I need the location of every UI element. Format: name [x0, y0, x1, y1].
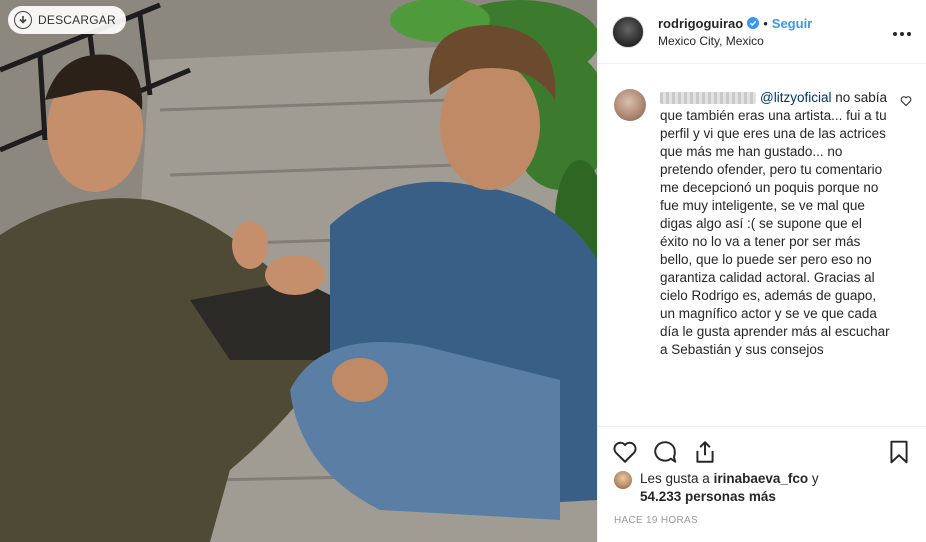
- post-timestamp[interactable]: HACE 19 HORAS: [614, 515, 698, 526]
- post-header: rodrigoguirao • Seguir Mexico City, Mexi…: [598, 0, 926, 64]
- comment-body: @litzyoficial no sabía que también eras …: [660, 89, 892, 359]
- comment-text: no sabía que también eras una artista...…: [660, 90, 890, 357]
- download-icon: [14, 11, 32, 29]
- likes-summary: Les gusta a irinabaeva_fco y 54.233 pers…: [614, 470, 840, 506]
- download-label: DESCARGAR: [38, 13, 116, 27]
- commenter-username-redacted[interactable]: [660, 92, 756, 105]
- likes-prefix: Les gusta a: [640, 471, 714, 486]
- comments-list[interactable]: @litzyoficial no sabía que también eras …: [598, 65, 926, 425]
- verified-badge-icon: [747, 17, 760, 29]
- post-photo[interactable]: DESCARGAR: [0, 0, 597, 542]
- comment-item: @litzyoficial no sabía que también eras …: [598, 65, 926, 359]
- follow-button[interactable]: Seguir: [772, 16, 812, 31]
- commenter-avatar[interactable]: [614, 89, 646, 121]
- photo-scene: [0, 0, 597, 542]
- more-options-icon[interactable]: [892, 21, 912, 42]
- post-sidebar: rodrigoguirao • Seguir Mexico City, Mexi…: [597, 0, 926, 542]
- liker-username[interactable]: irinabaeva_fco: [714, 471, 809, 486]
- author-username[interactable]: rodrigoguirao: [658, 16, 743, 31]
- comment-bubble-icon[interactable]: [652, 439, 678, 465]
- bookmark-save-icon[interactable]: [886, 439, 912, 465]
- like-heart-icon[interactable]: [612, 439, 638, 465]
- comment-like-icon[interactable]: [900, 95, 912, 107]
- post-location[interactable]: Mexico City, Mexico: [658, 34, 892, 48]
- comment-mention[interactable]: @litzyoficial: [760, 90, 831, 105]
- likes-count-link[interactable]: 54.233 personas más: [640, 489, 776, 504]
- share-icon[interactable]: [692, 439, 718, 465]
- post-actions: [598, 426, 926, 476]
- liker-avatar[interactable]: [614, 471, 632, 489]
- header-separator: •: [763, 15, 768, 31]
- likes-joiner: y: [808, 471, 819, 486]
- download-button[interactable]: DESCARGAR: [8, 6, 126, 34]
- author-avatar[interactable]: [612, 15, 644, 48]
